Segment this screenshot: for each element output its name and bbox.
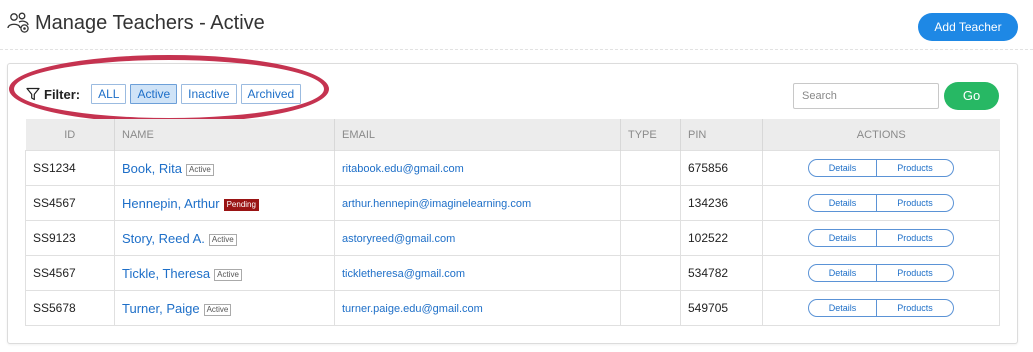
teacher-id: SS9123 [25, 220, 115, 256]
teacher-email-cell: turner.paige.edu@gmail.com [334, 290, 621, 326]
add-teacher-button[interactable]: Add Teacher [918, 13, 1018, 41]
table-row: SS5678 Turner, Paige Active turner.paige.… [25, 290, 1000, 326]
teacher-name-link[interactable]: Hennepin, Arthur [122, 196, 220, 211]
page-title: Manage Teachers - Active [35, 12, 265, 34]
teacher-name-cell: Hennepin, Arthur Pending [114, 185, 335, 221]
teacher-type [620, 255, 681, 291]
table-row: SS4567 Tickle, Theresa Active ticklethere… [25, 255, 1000, 291]
teacher-name-cell: Turner, Paige Active [114, 290, 335, 326]
teacher-name-cell: Story, Reed A. Active [114, 220, 335, 256]
details-button[interactable]: Details [808, 194, 877, 212]
teacher-email-link[interactable]: tickletheresa@gmail.com [342, 268, 465, 280]
column-header-id[interactable]: ID [25, 119, 115, 151]
details-button[interactable]: Details [808, 264, 877, 282]
teacher-email-link[interactable]: arthur.hennepin@imaginelearning.com [342, 198, 531, 210]
products-button[interactable]: Products [877, 229, 954, 247]
details-button[interactable]: Details [808, 299, 877, 317]
header-divider [0, 49, 1033, 50]
products-button[interactable]: Products [877, 299, 954, 317]
teacher-email-cell: arthur.hennepin@imaginelearning.com [334, 185, 621, 221]
teacher-name-cell: Book, Rita Active [114, 150, 335, 186]
status-badge: Pending [223, 198, 259, 211]
teachers-table: ID NAME EMAIL TYPE PIN ACTIONS SS1234 Bo… [25, 119, 1000, 326]
status-badge: Active [214, 268, 242, 281]
teacher-id: SS4567 [25, 185, 115, 221]
teacher-id: SS5678 [25, 290, 115, 326]
table-row: SS1234 Book, Rita Active ritabook.edu@gma… [25, 150, 1000, 186]
teachers-icon [7, 12, 29, 33]
products-button[interactable]: Products [877, 159, 954, 177]
teacher-name-link[interactable]: Story, Reed A. [122, 231, 205, 246]
column-header-type[interactable]: TYPE [620, 119, 681, 151]
products-button[interactable]: Products [877, 264, 954, 282]
filter-bar: Filter: ALL Active Inactive Archived [26, 84, 305, 104]
teacher-email-cell: astoryreed@gmail.com [334, 220, 621, 256]
teacher-email-cell: ritabook.edu@gmail.com [334, 150, 621, 186]
teacher-name-link[interactable]: Turner, Paige [122, 301, 200, 316]
teacher-email-link[interactable]: turner.paige.edu@gmail.com [342, 303, 483, 315]
page-header: Manage Teachers - Active Add Teacher [0, 0, 1033, 50]
products-button[interactable]: Products [877, 194, 954, 212]
teacher-type [620, 150, 681, 186]
column-header-actions: ACTIONS [762, 119, 1000, 151]
go-button[interactable]: Go [944, 82, 999, 110]
table-row: SS9123 Story, Reed A. Active astoryreed@g… [25, 220, 1000, 256]
teacher-email-link[interactable]: astoryreed@gmail.com [342, 233, 455, 245]
search-input[interactable] [793, 83, 939, 109]
status-badge: Active [208, 233, 237, 246]
teacher-name-link[interactable]: Tickle, Theresa [122, 266, 210, 281]
teacher-type [620, 220, 681, 256]
teacher-type [620, 185, 681, 221]
filter-all-button[interactable]: ALL [91, 84, 127, 104]
table-row: SS4567 Hennepin, Arthur Pending arthur.he… [25, 185, 1000, 221]
teacher-id: SS1234 [25, 150, 115, 186]
actions-cell: Details Products [762, 185, 1000, 221]
column-header-name[interactable]: NAME [114, 119, 335, 151]
teacher-email-cell: tickletheresa@gmail.com [334, 255, 621, 291]
teacher-name-cell: Tickle, Theresa Active [114, 255, 335, 291]
teacher-type [620, 290, 681, 326]
details-button[interactable]: Details [808, 159, 877, 177]
teacher-pin: 134236 [680, 185, 763, 221]
filter-archived-button[interactable]: Archived [240, 84, 302, 104]
teacher-pin: 675856 [680, 150, 763, 186]
actions-cell: Details Products [762, 290, 1000, 326]
details-button[interactable]: Details [808, 229, 877, 247]
teacher-pin: 549705 [680, 290, 763, 326]
status-badge: Active [203, 303, 232, 316]
actions-cell: Details Products [762, 255, 1000, 291]
actions-cell: Details Products [762, 220, 1000, 256]
teacher-name-link[interactable]: Book, Rita [122, 161, 182, 176]
filter-active-button[interactable]: Active [130, 84, 178, 104]
filter-icon [26, 87, 40, 101]
actions-cell: Details Products [762, 150, 1000, 186]
filter-label: Filter: [44, 86, 81, 102]
teacher-id: SS4567 [25, 255, 115, 291]
status-badge: Active [185, 163, 214, 176]
table-header-row: ID NAME EMAIL TYPE PIN ACTIONS [25, 119, 1000, 151]
teacher-pin: 102522 [680, 220, 763, 256]
teacher-pin: 534782 [680, 255, 763, 291]
column-header-email[interactable]: EMAIL [334, 119, 621, 151]
teacher-email-link[interactable]: ritabook.edu@gmail.com [342, 163, 464, 175]
filter-inactive-button[interactable]: Inactive [181, 84, 237, 104]
column-header-pin[interactable]: PIN [680, 119, 763, 151]
